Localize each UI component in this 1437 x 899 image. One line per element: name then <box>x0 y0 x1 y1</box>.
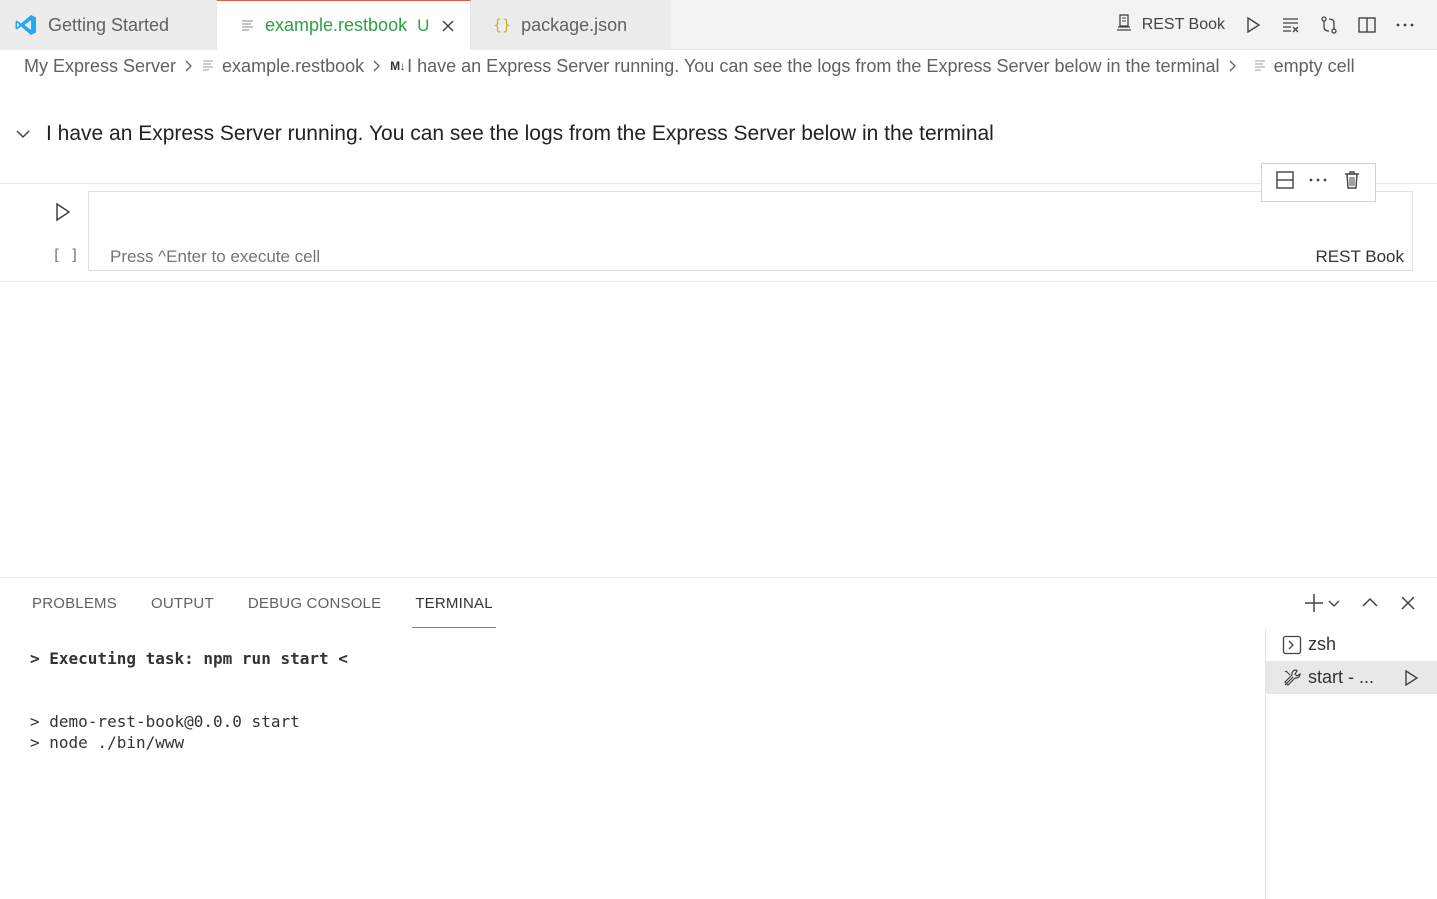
more-actions-icon[interactable] <box>1308 170 1328 195</box>
cell-divider <box>0 281 1437 282</box>
run-all-icon[interactable] <box>1243 15 1263 35</box>
tab-package-json[interactable]: {} package.json <box>471 0 670 50</box>
run-icon[interactable] <box>1403 669 1419 687</box>
terminal-item-zsh[interactable]: zsh <box>1266 628 1437 661</box>
close-icon[interactable] <box>441 19 455 33</box>
tab-label: Getting Started <box>48 14 170 35</box>
breadcrumb-label: example.restbook <box>222 55 365 76</box>
bottom-panel: PROBLEMS OUTPUT DEBUG CONSOLE TERMINAL >… <box>0 577 1437 899</box>
file-lines-icon <box>202 59 214 73</box>
markdown-cell[interactable]: I have an Express Server running. You ca… <box>0 110 1437 158</box>
terminal-output[interactable]: > Executing task: npm run start < > demo… <box>30 648 348 753</box>
cell-placeholder: Press ^Enter to execute cell <box>110 247 321 266</box>
run-cell-icon[interactable] <box>52 201 74 223</box>
chevron-right-icon <box>184 59 194 73</box>
more-actions-icon[interactable] <box>1395 15 1415 35</box>
maximize-panel-icon[interactable] <box>1361 592 1379 614</box>
breadcrumb-folder[interactable]: My Express Server <box>24 56 176 77</box>
tab-terminal[interactable]: TERMINAL <box>412 578 497 628</box>
delete-cell-icon[interactable] <box>1342 170 1362 195</box>
cell-toolbar <box>1261 163 1376 202</box>
split-editor-icon[interactable] <box>1357 15 1377 35</box>
new-terminal-icon[interactable] <box>1303 592 1341 614</box>
terminal-item-label: start - ... <box>1308 667 1375 687</box>
tab-label: example.restbook <box>265 15 408 35</box>
tab-output[interactable]: OUTPUT <box>151 578 214 628</box>
tools-icon <box>1282 668 1302 688</box>
vscode-logo-icon <box>14 13 38 37</box>
tab-example-restbook[interactable]: example.restbook U <box>217 0 471 50</box>
code-cell-editor[interactable]: Press ^Enter to execute cell REST Book <box>88 191 1413 271</box>
panel-tabs: PROBLEMS OUTPUT DEBUG CONSOLE TERMINAL <box>32 578 527 628</box>
tab-getting-started[interactable]: Getting Started <box>0 0 217 50</box>
terminal-line: > demo-rest-book@0.0.0 start <box>30 712 300 731</box>
terminal-list: zsh start - ... <box>1265 628 1437 899</box>
editor-toolbar: REST Book <box>1096 0 1415 50</box>
clear-outputs-icon[interactable] <box>1281 15 1301 35</box>
chevron-right-icon <box>372 59 382 73</box>
chevron-down-icon[interactable] <box>1327 592 1341 614</box>
terminal-icon <box>1282 635 1302 655</box>
terminal-line: > node ./bin/www <box>30 733 185 752</box>
compare-changes-icon[interactable] <box>1319 15 1339 35</box>
breadcrumb-label: I have an Express Server running. You ca… <box>407 55 1220 76</box>
markdown-icon: M↓ <box>390 59 406 73</box>
terminal-line: > Executing task: npm run start < <box>30 649 348 668</box>
kernel-icon <box>1114 13 1134 38</box>
execution-count: [ ] <box>52 246 80 264</box>
tab-debug-console[interactable]: DEBUG CONSOLE <box>248 578 381 628</box>
breadcrumb-code-cell[interactable]: empty cell <box>1254 56 1355 77</box>
close-panel-icon[interactable] <box>1399 592 1417 614</box>
cell-divider <box>0 183 1437 184</box>
chevron-down-icon[interactable] <box>0 126 46 142</box>
untracked-badge: U <box>417 15 430 35</box>
breadcrumb: My Express Server example.restbook M↓ I … <box>24 52 1355 80</box>
breadcrumb-label: My Express Server <box>24 55 177 76</box>
terminal-item-start[interactable]: start - ... <box>1266 661 1437 694</box>
tab-label: package.json <box>521 14 628 35</box>
cell-language[interactable]: REST Book <box>1315 247 1404 267</box>
terminal-item-label: zsh <box>1308 634 1337 654</box>
kernel-picker[interactable]: REST Book <box>1114 13 1225 38</box>
kernel-label: REST Book <box>1141 16 1225 33</box>
json-braces-icon: {} <box>493 16 512 34</box>
panel-actions <box>1283 592 1417 614</box>
tab-problems[interactable]: PROBLEMS <box>32 578 117 628</box>
editor-tab-bar: Getting Started example.restbook U {} pa… <box>0 0 1437 50</box>
file-lines-icon <box>241 19 255 33</box>
breadcrumb-markdown-cell[interactable]: M↓ I have an Express Server running. You… <box>390 56 1219 77</box>
split-cell-icon[interactable] <box>1275 170 1295 195</box>
markdown-heading: I have an Express Server running. You ca… <box>46 122 994 145</box>
breadcrumb-label: empty cell <box>1273 55 1355 76</box>
file-lines-icon <box>1254 59 1266 73</box>
chevron-right-icon <box>1228 59 1238 73</box>
breadcrumb-file[interactable]: example.restbook <box>202 56 364 77</box>
